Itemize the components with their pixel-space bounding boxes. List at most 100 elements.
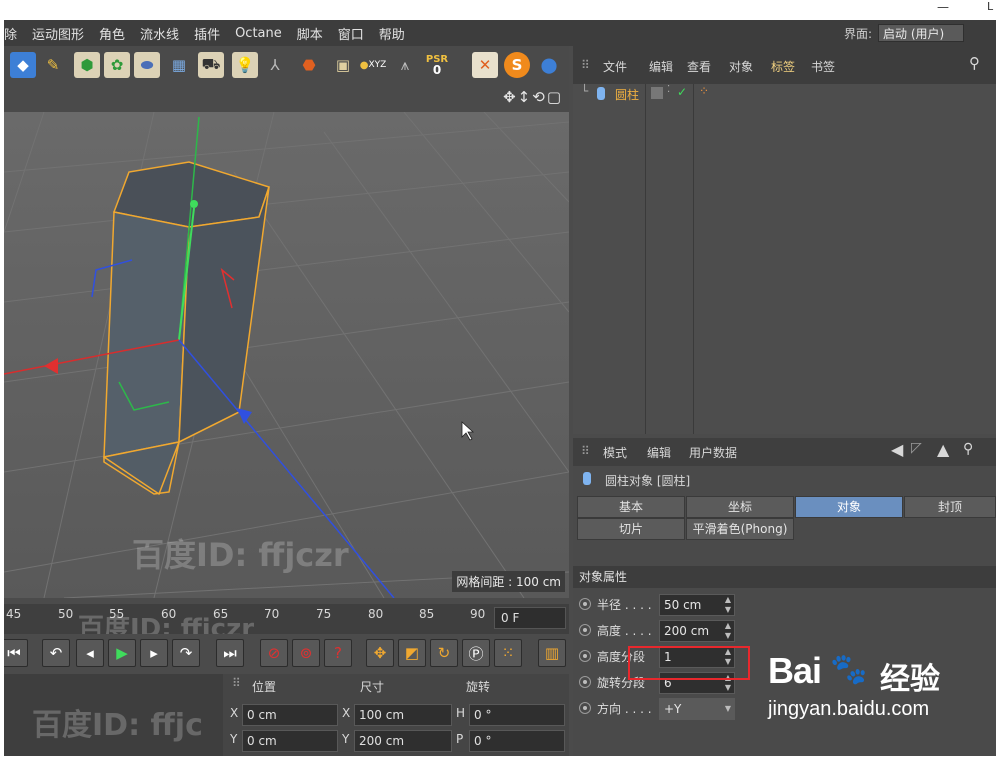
chevron-down-icon[interactable]: ▼ — [725, 704, 731, 714]
menu-item-plugins[interactable]: 插件 — [194, 24, 220, 43]
om-menu-edit[interactable]: 编辑 — [649, 58, 673, 75]
auto-key-icon[interactable]: ⊚ — [292, 639, 320, 667]
tab-coord[interactable]: 坐标 — [686, 496, 794, 518]
render-settings-icon[interactable]: ▣ — [330, 52, 356, 78]
pos-x-field[interactable]: 0 cm — [242, 704, 338, 726]
rot-p-field[interactable]: 0 ° — [469, 730, 565, 752]
menu-item-character[interactable]: 角色 — [99, 24, 125, 43]
attr-menu-mode[interactable]: 模式 — [603, 444, 627, 461]
object-manager: ⠿ 文件 编辑 查看 对象 标签 书签 ⚲ └ 圆柱 ⁚ ✓ ⁘ — [573, 46, 996, 434]
camera-icon[interactable]: ⛟ — [198, 52, 224, 78]
play-icon[interactable]: ▶ — [108, 639, 136, 667]
object-list[interactable]: └ 圆柱 ⁚ ✓ ⁘ — [573, 84, 996, 434]
scale-key-icon[interactable]: ◩ — [398, 639, 426, 667]
symmetry-icon[interactable]: ✕ — [472, 52, 498, 78]
visibility-dots-icon[interactable]: ⁚ — [667, 84, 670, 95]
sculpt-icon[interactable]: S — [504, 52, 530, 78]
timeline-icon[interactable]: ▥ — [538, 639, 566, 667]
search-icon[interactable]: ⚲ — [969, 54, 980, 72]
object-name[interactable]: 圆柱 — [615, 86, 639, 103]
field-value: 50 cm — [664, 598, 702, 612]
next-frame-icon[interactable]: ▸ — [140, 639, 168, 667]
size-y-field[interactable]: 200 cm — [354, 730, 452, 752]
deformer-icon[interactable]: ⬬ — [134, 52, 160, 78]
menu-item-octane[interactable]: Octane — [235, 26, 282, 41]
material-tag-icon[interactable]: ⁘ — [699, 84, 709, 98]
pen-icon[interactable]: ✎ — [40, 52, 66, 78]
snap-icon[interactable]: ⩚ — [392, 52, 418, 78]
forward-arrow-icon[interactable]: ◸ — [911, 440, 922, 456]
viewport[interactable]: 百度ID: ffjczr 网格间距 : 100 cm — [4, 112, 569, 598]
pos-y-field[interactable]: 0 cm — [242, 730, 338, 752]
size-x-field[interactable]: 100 cm — [354, 704, 452, 726]
prev-frame-icon[interactable]: ◂ — [76, 639, 104, 667]
window-titlebar: — L — [0, 0, 1000, 20]
attribute-manager-header: ⠿ 模式 编辑 用户数据 ◀ ◸ ▲ ⚲ — [573, 438, 996, 466]
param-key-icon[interactable]: Ⓟ — [462, 639, 490, 667]
rot-h-field[interactable]: 0 ° — [469, 704, 565, 726]
prop-label: 方向 . . . . — [597, 702, 652, 716]
tab-caps[interactable]: 封顶 — [904, 496, 996, 518]
layout-select[interactable]: 启动 (用户) — [878, 24, 965, 42]
spinner-icon[interactable]: ▲ ▼ — [725, 621, 731, 641]
menu-item-mograph[interactable]: 运动图形 — [32, 24, 84, 43]
viewport-nav-icons[interactable]: ✥↕⟲▢ — [503, 88, 563, 106]
cloner-icon[interactable]: ✿ — [104, 52, 130, 78]
coord-header-rotation: 旋转 — [466, 680, 491, 694]
om-menu-view[interactable]: 查看 — [687, 58, 711, 75]
radius-field[interactable]: 50 cm ▲ ▼ — [659, 594, 735, 616]
tab-basic[interactable]: 基本 — [577, 496, 685, 518]
orientation-select[interactable]: +Y ▼ — [659, 698, 735, 720]
key-help-icon[interactable]: ? — [324, 639, 352, 667]
spinner-icon[interactable]: ▲ ▼ — [725, 595, 731, 615]
menu-item-help[interactable]: 帮助 — [379, 24, 405, 43]
goto-start-icon[interactable]: ⏮ — [4, 639, 28, 667]
floor-icon[interactable]: ▦ — [166, 52, 192, 78]
attr-menu-userdata[interactable]: 用户数据 — [689, 444, 737, 461]
height-field[interactable]: 200 cm ▲ ▼ — [659, 620, 735, 642]
tab-slice[interactable]: 切片 — [577, 518, 685, 540]
tab-phong[interactable]: 平滑着色(Phong) — [686, 518, 794, 540]
enabled-check-icon[interactable]: ✓ — [677, 85, 687, 99]
xyz-icon[interactable]: ● XYZ — [360, 52, 387, 78]
subdivide-icon[interactable]: ⬢ — [74, 52, 100, 78]
search-icon[interactable]: ⚲ — [963, 441, 973, 457]
layer-icon[interactable] — [651, 87, 663, 99]
record-icon[interactable]: ⊘ — [260, 639, 288, 667]
cube-icon[interactable]: ◆ — [10, 52, 36, 78]
up-arrow-icon[interactable]: ▲ — [937, 440, 949, 459]
current-frame-field[interactable]: 0 F — [494, 607, 566, 629]
menu-item-pipeline[interactable]: 流水线 — [140, 24, 179, 43]
octane-icon[interactable]: ⬤ — [536, 52, 562, 78]
menu-item-script[interactable]: 脚本 — [297, 24, 323, 43]
om-menu-bookmarks[interactable]: 书签 — [811, 58, 835, 75]
back-arrow-icon[interactable]: ◀ — [891, 440, 903, 459]
tab-object[interactable]: 对象 — [795, 496, 903, 518]
point-level-icon[interactable]: ⁙ — [494, 639, 522, 667]
animate-radio-icon[interactable] — [579, 702, 591, 714]
light-icon[interactable]: 💡 — [232, 52, 258, 78]
animate-radio-icon[interactable] — [579, 624, 591, 636]
attr-menu-edit[interactable]: 编辑 — [647, 444, 671, 461]
size-y-axis: Y — [342, 732, 350, 746]
axis-icon[interactable]: ⅄ — [262, 52, 288, 78]
window-corner-button[interactable]: L — [987, 0, 993, 13]
timeline-ruler[interactable]: 45 50 55 60 65 70 75 80 85 90 0 F 百度ID: … — [4, 604, 569, 644]
om-menu-object[interactable]: 对象 — [729, 58, 753, 75]
menu-item-window[interactable]: 窗口 — [338, 24, 364, 43]
rotate-key-icon[interactable]: ↻ — [430, 639, 458, 667]
minimize-button[interactable]: — — [937, 0, 949, 14]
move-key-icon[interactable]: ✥ — [366, 639, 394, 667]
psr-icon[interactable]: PSR 0 — [424, 52, 450, 78]
list-item[interactable]: └ 圆柱 ⁚ ✓ ⁘ — [573, 84, 996, 104]
tag-icon[interactable]: ⬣ — [296, 52, 322, 78]
menu-item-render[interactable]: 除 — [4, 24, 17, 43]
om-menu-tags[interactable]: 标签 — [771, 58, 795, 75]
animate-radio-icon[interactable] — [579, 676, 591, 688]
goto-end-icon[interactable]: ⏭ — [216, 639, 244, 667]
prev-key-icon[interactable]: ↶ — [42, 639, 70, 667]
animate-radio-icon[interactable] — [579, 598, 591, 610]
animate-radio-icon[interactable] — [579, 650, 591, 662]
next-key-icon[interactable]: ↷ — [172, 639, 200, 667]
om-menu-file[interactable]: 文件 — [603, 58, 627, 75]
